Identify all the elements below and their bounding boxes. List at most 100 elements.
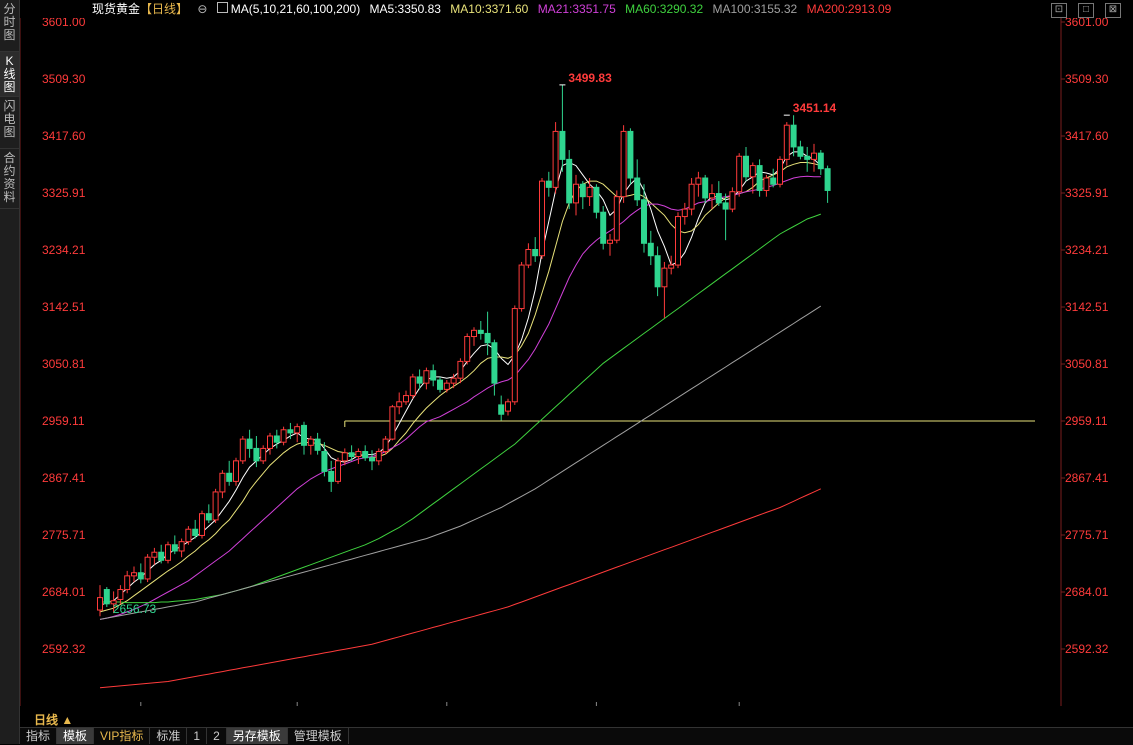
y-tick-left: 2959.11 (42, 414, 85, 428)
ma-line-ma100 (99, 305, 822, 620)
candle-body (246, 438, 253, 449)
restore-icon[interactable]: ⊡ (1051, 3, 1067, 18)
peak-label: 3499.83 (568, 71, 612, 85)
candle-body (151, 551, 158, 558)
candle-body (158, 551, 165, 561)
period-tag: 【日线】 (140, 2, 189, 16)
candle-body (505, 401, 511, 412)
candle-body (607, 239, 613, 244)
y-tick-right: 3234.21 (1065, 243, 1109, 257)
ma100-value: MA100:3155.32 (712, 2, 798, 16)
y-tick-left: 3234.21 (42, 243, 86, 257)
candle-body (294, 426, 301, 434)
candle-body (817, 152, 824, 170)
candle-body (743, 155, 749, 178)
candle-body (233, 460, 239, 482)
low-label: 2656.73 (113, 602, 157, 616)
tab-manage-template[interactable]: 管理模板 (288, 728, 349, 744)
candle-body (430, 370, 437, 381)
candle-body (552, 130, 559, 188)
y-tick-right: 2959.11 (1065, 414, 1108, 428)
candle-body (103, 589, 110, 605)
candle-body (477, 329, 484, 334)
candle-body (783, 124, 790, 160)
y-tick-right: 3601.00 (1065, 18, 1109, 29)
candle-body (532, 249, 539, 257)
candle-body (641, 199, 647, 244)
symbol-title: 现货黄金 (92, 2, 141, 16)
tab-kline[interactable]: K线图 (0, 52, 19, 97)
candle-body (97, 597, 103, 611)
y-tick-left: 2592.32 (42, 642, 86, 656)
candle-body (654, 255, 661, 288)
tab-1[interactable]: 1 (187, 728, 208, 744)
y-tick-right: 2867.41 (1065, 471, 1109, 485)
ma200-value: MA200:2913.09 (806, 2, 892, 16)
ma-line-ma21 (99, 175, 821, 620)
y-tick-right: 2684.01 (1065, 585, 1109, 599)
candle-body (525, 249, 532, 266)
ma5-value: MA5:3350.83 (369, 2, 441, 16)
tab-vip-indicator[interactable]: VIP指标 (94, 728, 151, 744)
candle-body (763, 177, 770, 191)
ma10-value: MA10:3371.60 (450, 2, 529, 16)
tab-indicator[interactable]: 指标 (20, 728, 58, 744)
candle-body (770, 177, 777, 185)
candle-body (627, 130, 634, 179)
close-icon[interactable]: ⊠ (1105, 3, 1121, 18)
candle-body (131, 572, 137, 577)
candle-body (219, 472, 226, 493)
candle-body (443, 382, 450, 390)
candle-body (593, 186, 600, 213)
tab-contract-info[interactable]: 合约资料 (0, 149, 19, 209)
y-tick-left: 2775.71 (42, 528, 86, 542)
candle-body (192, 528, 199, 536)
candle-body (287, 429, 294, 434)
candle-body (416, 376, 423, 384)
candle-body (797, 146, 804, 157)
candle-body (661, 267, 668, 288)
ma-toggle-icon[interactable] (216, 2, 228, 13)
tab-template[interactable]: 模板 (57, 728, 95, 744)
candle-body (471, 329, 477, 338)
candle-body (715, 193, 722, 204)
y-tick-left: 3417.60 (42, 129, 86, 143)
settings-icon[interactable]: ⊖ (197, 2, 207, 16)
candle-body (790, 124, 797, 148)
y-tick-right: 2775.71 (1065, 528, 1109, 542)
tab-timeshare[interactable]: 分时图 (0, 0, 19, 52)
y-tick-right: 3417.60 (1065, 129, 1109, 143)
candle-body (403, 395, 409, 403)
candle-body (559, 130, 566, 160)
candle-body (709, 193, 715, 199)
tab-2[interactable]: 2 (207, 728, 227, 744)
tab-flash[interactable]: 闪电图 (0, 97, 19, 149)
ma60-value: MA60:3290.32 (625, 2, 704, 16)
candle-body (375, 451, 382, 462)
maximize-icon[interactable]: □ (1078, 3, 1094, 18)
candle-body (212, 491, 219, 521)
candle-body (811, 152, 817, 160)
candle-body (124, 575, 131, 591)
tab-save-template[interactable]: 另存模板 (226, 728, 288, 744)
candle-body (450, 377, 457, 384)
candle-body (328, 470, 335, 482)
y-tick-right: 3325.91 (1065, 186, 1109, 200)
candle-body (362, 451, 369, 459)
candle-body (729, 191, 736, 210)
candle-body (749, 165, 756, 178)
period-button[interactable]: 日线 ▲ (34, 711, 73, 728)
candle-body (620, 130, 627, 198)
candle-body (409, 376, 416, 397)
y-tick-right: 3050.81 (1065, 357, 1109, 371)
candle-body (736, 155, 743, 193)
candle-body (498, 404, 505, 415)
y-tick-left: 3509.30 (42, 72, 86, 86)
y-tick-right: 3509.30 (1065, 72, 1109, 86)
candle-body (804, 155, 811, 160)
candle-body (253, 447, 260, 462)
candlestick-chart[interactable]: 3601.00 3601.00 3509.30 3509.30 3417.60 3417.… (20, 18, 1133, 706)
tab-standard[interactable]: 标准 (150, 728, 188, 744)
candle-body (314, 438, 321, 451)
candle-body (239, 438, 246, 462)
